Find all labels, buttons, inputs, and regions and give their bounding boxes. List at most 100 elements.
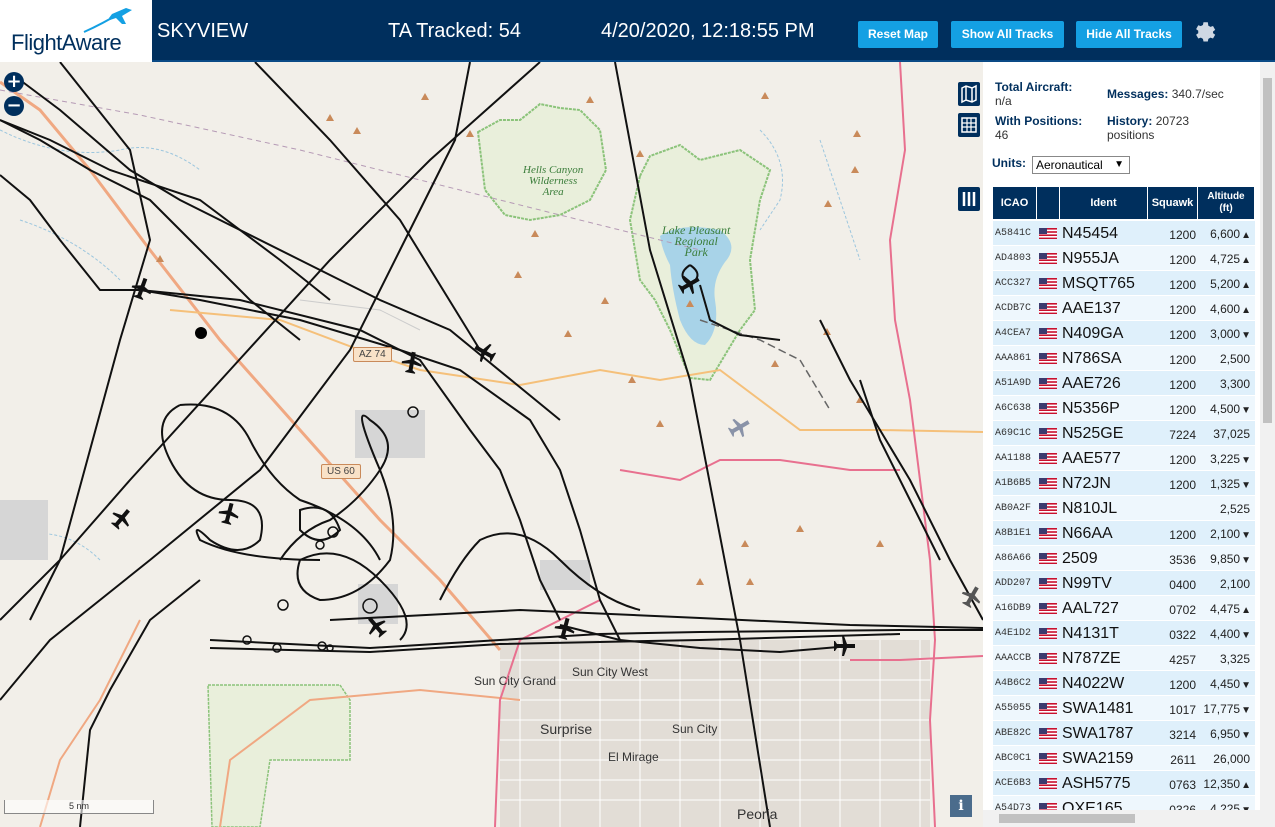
row-icao: A69C1C — [995, 428, 1032, 439]
flightaware-logo[interactable]: FlightAware — [0, 0, 152, 62]
altitude-trend-icon: ▼ — [1241, 630, 1251, 641]
history-unit: positions — [1107, 128, 1155, 142]
row-ident: 2509 — [1062, 550, 1098, 567]
col-icao[interactable]: ICAO — [993, 187, 1037, 219]
row-squawk: 0322 — [1169, 628, 1196, 642]
with-positions-value: 46 — [995, 128, 1009, 142]
table-row[interactable]: AB0A2F N810JL 2,525 — [993, 496, 1255, 521]
grid-icon[interactable] — [958, 113, 980, 137]
row-altitude-cell: 2,525 — [1197, 502, 1251, 516]
hide-all-tracks-button[interactable]: Hide All Tracks — [1076, 21, 1182, 48]
zoom-in-button[interactable]: + — [4, 72, 24, 92]
table-row[interactable]: A55055 SWA1481 1017 17,775▼ — [993, 696, 1255, 721]
table-row[interactable]: AD4803 N955JA 1200 4,725▲ — [993, 246, 1255, 271]
sun-city-grand-label: Sun City Grand — [474, 674, 557, 688]
col-ident[interactable]: Ident — [1060, 187, 1148, 219]
us-flag-icon — [1039, 653, 1057, 664]
row-squawk: 1200 — [1169, 228, 1196, 242]
table-row[interactable]: ACC327 MSQT765 1200 5,200▲ — [993, 271, 1255, 296]
row-ident: N525GE — [1062, 425, 1124, 442]
row-squawk: 1200 — [1169, 328, 1196, 342]
altitude-trend-icon: ▼ — [1241, 680, 1251, 691]
show-all-tracks-button[interactable]: Show All Tracks — [951, 21, 1064, 48]
row-ident: N45454 — [1062, 225, 1119, 242]
row-icao: A16DB9 — [995, 603, 1032, 614]
row-altitude: 3,000 — [1210, 327, 1241, 341]
park-area — [207, 684, 351, 827]
row-icao: ADD207 — [995, 578, 1032, 589]
us-flag-icon — [1039, 528, 1057, 539]
map-layers-icon[interactable] — [958, 82, 980, 106]
zoom-out-button[interactable]: − — [4, 96, 24, 116]
us-flag-icon — [1039, 703, 1057, 714]
altitude-trend-icon: ▼ — [1241, 730, 1251, 741]
us-flag-icon — [1039, 753, 1057, 764]
messages-label: Messages: — [1107, 87, 1169, 101]
units-select[interactable]: Aeronautical ▼ — [1032, 156, 1130, 174]
row-altitude-cell: 12,350▲ — [1197, 777, 1251, 791]
altitude-trend-icon: ▼ — [1241, 555, 1251, 566]
table-row[interactable]: AA1188 AAE577 1200 3,225▼ — [993, 446, 1255, 471]
history-label: History: — [1107, 114, 1153, 128]
horizontal-scrollbar-thumb[interactable] — [999, 814, 1135, 823]
table-row[interactable]: ADD207 N99TV 0400 2,100 — [993, 571, 1255, 596]
table-row[interactable]: A6C638 N5356P 1200 4,500▼ — [993, 396, 1255, 421]
row-squawk: 7224 — [1169, 428, 1196, 442]
row-altitude-cell: 6,600▲ — [1197, 227, 1251, 241]
table-row[interactable]: A1B6B5 N72JN 1200 1,325▼ — [993, 471, 1255, 496]
reset-map-button[interactable]: Reset Map — [858, 21, 938, 48]
table-row[interactable]: A4E1D2 N4131T 0322 4,400▼ — [993, 621, 1255, 646]
row-icao: AA1188 — [995, 453, 1032, 464]
map-canvas[interactable] — [0, 62, 983, 827]
row-altitude-cell: 6,950▼ — [1197, 727, 1251, 741]
table-row[interactable]: A51A9D AAE726 1200 3,300 — [993, 371, 1255, 396]
aircraft-tracked-count: TA Tracked: 54 — [388, 20, 522, 42]
info-button[interactable]: i — [950, 795, 972, 817]
us-flag-icon — [1039, 553, 1057, 564]
col-altitude[interactable]: Altitude (ft) — [1198, 187, 1255, 219]
scale-bar: 5 nm — [4, 800, 154, 814]
table-row[interactable]: ACDB7C AAE137 1200 4,600▲ — [993, 296, 1255, 321]
table-row[interactable]: ABC0C1 SWA2159 2611 26,000 — [993, 746, 1255, 771]
row-squawk: 1200 — [1169, 403, 1196, 417]
us-flag-icon — [1039, 428, 1057, 439]
row-altitude: 5,200 — [1210, 277, 1241, 291]
table-row[interactable]: A5841C N45454 1200 6,600▲ — [993, 221, 1255, 246]
surprise-label: Surprise — [540, 721, 593, 737]
row-icao: AD4803 — [995, 253, 1032, 264]
table-row[interactable]: A86A66 2509 3536 9,850▼ — [993, 546, 1255, 571]
aircraft-panel: Total Aircraft: n/a Messages: 340.7/sec … — [983, 62, 1275, 827]
columns-icon[interactable] — [958, 187, 980, 211]
sun-city-label: Sun City — [672, 722, 718, 736]
gear-icon[interactable] — [1192, 19, 1218, 45]
row-altitude-cell: 37,025 — [1197, 427, 1251, 441]
row-icao: A51A9D — [995, 378, 1032, 389]
row-altitude-cell: 4,475▲ — [1197, 602, 1251, 616]
row-icao: ACC327 — [995, 278, 1032, 289]
units-label: Units: — [992, 156, 1026, 170]
history-value: 20723 — [1155, 114, 1190, 128]
table-row[interactable]: ACE6B3 ASH5775 0763 12,350▲ — [993, 771, 1255, 796]
col-squawk[interactable]: Squawk — [1148, 187, 1198, 219]
altitude-trend-icon: ▼ — [1241, 455, 1251, 466]
el-mirage-label: El Mirage — [608, 750, 659, 764]
col-flag[interactable] — [1037, 187, 1060, 219]
table-row[interactable]: A4CEA7 N409GA 1200 3,000▼ — [993, 321, 1255, 346]
table-row[interactable]: ABE82C SWA1787 3214 6,950▼ — [993, 721, 1255, 746]
table-row[interactable]: A8B1E1 N66AA 1200 2,100▼ — [993, 521, 1255, 546]
table-row[interactable]: A16DB9 AAL727 0702 4,475▲ — [993, 596, 1255, 621]
us-flag-icon — [1039, 328, 1057, 339]
sun-city-west-label: Sun City West — [572, 665, 648, 679]
chevron-down-icon: ▼ — [1114, 159, 1124, 170]
row-squawk: 3214 — [1169, 728, 1196, 742]
map-view[interactable]: Hells Canyon Wilderness Area Lake Pleasa… — [0, 62, 983, 827]
table-row[interactable]: A69C1C N525GE 7224 37,025 — [993, 421, 1255, 446]
table-row[interactable]: A4B6C2 N4022W 1200 4,450▼ — [993, 671, 1255, 696]
vertical-scrollbar-thumb[interactable] — [1263, 78, 1272, 423]
row-ident: N409GA — [1062, 325, 1124, 342]
table-row[interactable]: AAA861 N786SA 1200 2,500 — [993, 346, 1255, 371]
us-flag-icon — [1039, 678, 1057, 689]
table-row[interactable]: AAACCB N787ZE 4257 3,325 — [993, 646, 1255, 671]
road-sw — [39, 619, 141, 827]
row-ident: N4131T — [1062, 625, 1119, 642]
